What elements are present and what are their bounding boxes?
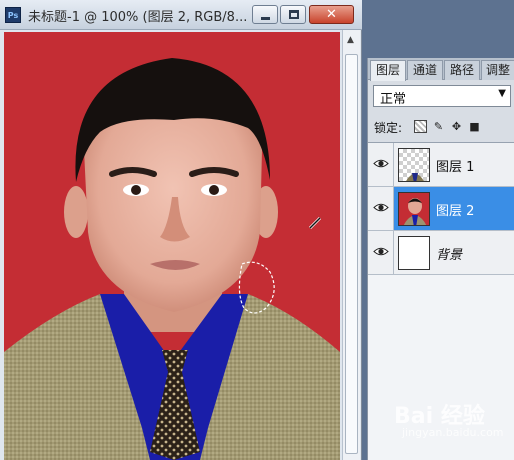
layer-2-thumbnail-art bbox=[399, 193, 429, 225]
maximize-icon bbox=[289, 10, 299, 19]
document-titlebar[interactable]: Ps 未标题-1 @ 100% (图层 2, RGB/8... ✕ bbox=[0, 0, 362, 30]
lock-move-icon[interactable]: ✥ bbox=[450, 120, 463, 133]
blend-mode-value: 正常 bbox=[380, 92, 407, 107]
image-canvas[interactable] bbox=[4, 32, 340, 460]
layer-thumbnail bbox=[398, 236, 430, 270]
eye-icon bbox=[373, 159, 389, 168]
panel-tabs: 图层 通道 路径 调整 bbox=[368, 58, 514, 81]
vertical-scrollbar[interactable]: ▲ bbox=[342, 30, 360, 460]
layer-row-background[interactable]: 背景 bbox=[368, 231, 514, 275]
tab-paths[interactable]: 路径 bbox=[444, 60, 480, 80]
lock-paint-icon[interactable]: ✎ bbox=[432, 120, 445, 133]
tab-adjustments[interactable]: 调整 bbox=[481, 60, 514, 80]
layer-name[interactable]: 图层 2 bbox=[436, 200, 474, 219]
maximize-button[interactable] bbox=[280, 5, 306, 24]
layer-thumbnail bbox=[398, 148, 430, 182]
eye-icon bbox=[373, 247, 389, 256]
layer-1-thumbnail-art bbox=[406, 173, 424, 181]
document-title: 未标题-1 @ 100% (图层 2, RGB/8... bbox=[28, 10, 248, 25]
lock-all-icon[interactable]: ■ bbox=[468, 120, 481, 133]
watermark-url: jingyan.baidu.com bbox=[402, 426, 504, 439]
close-icon: ✕ bbox=[326, 7, 337, 22]
layer-row-1[interactable]: 图层 1 bbox=[368, 143, 514, 187]
document-window: Ps 未标题-1 @ 100% (图层 2, RGB/8... ✕ ▲ bbox=[0, 0, 362, 460]
visibility-toggle[interactable] bbox=[368, 187, 394, 230]
baidu-watermark: Bai 经验 jingyan.baidu.com bbox=[394, 398, 512, 442]
eye-icon bbox=[373, 203, 389, 212]
close-button[interactable]: ✕ bbox=[309, 5, 354, 24]
blend-mode-select[interactable]: 正常 ▼ bbox=[373, 85, 511, 107]
photoshop-workspace: Ps 未标题-1 @ 100% (图层 2, RGB/8... ✕ ▲ 图层 通… bbox=[0, 0, 514, 460]
scroll-thumb[interactable] bbox=[345, 54, 358, 454]
lock-row: 锁定: ✎ ✥ ■ bbox=[368, 116, 514, 138]
visibility-toggle[interactable] bbox=[368, 231, 394, 274]
lock-transparent-icon[interactable] bbox=[414, 120, 427, 133]
layer-name[interactable]: 背景 bbox=[436, 244, 462, 263]
layer-thumbnail bbox=[398, 192, 430, 226]
layer-name[interactable]: 图层 1 bbox=[436, 156, 474, 175]
photoshop-icon: Ps bbox=[5, 7, 21, 23]
chevron-down-icon: ▼ bbox=[498, 88, 506, 99]
layer-row-2[interactable]: 图层 2 bbox=[368, 187, 514, 231]
visibility-toggle[interactable] bbox=[368, 143, 394, 186]
scroll-up-icon[interactable]: ▲ bbox=[347, 35, 354, 45]
tab-layers[interactable]: 图层 bbox=[370, 60, 406, 81]
lock-label: 锁定: bbox=[374, 121, 403, 135]
tab-channels[interactable]: 通道 bbox=[407, 60, 443, 80]
portrait-photo bbox=[4, 32, 340, 460]
minimize-button[interactable] bbox=[252, 5, 278, 24]
minimize-icon bbox=[261, 17, 270, 20]
